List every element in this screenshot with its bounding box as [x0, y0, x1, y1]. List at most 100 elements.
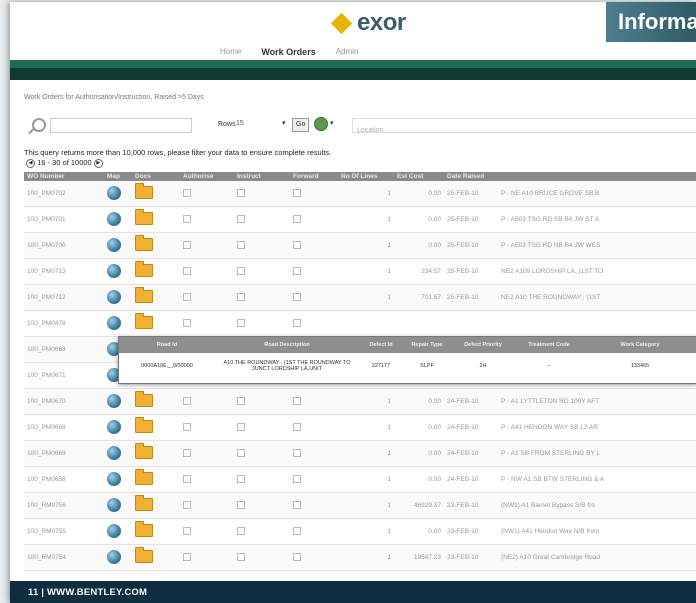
authorise-checkbox[interactable] [183, 448, 191, 457]
folder-icon[interactable] [135, 209, 153, 225]
col-date-raised[interactable]: Date Raised [444, 172, 498, 181]
forward-checkbox[interactable] [293, 266, 301, 275]
globe-icon[interactable] [107, 263, 121, 278]
globe-icon[interactable] [107, 549, 121, 564]
rows-select[interactable]: 15 [236, 120, 244, 127]
instruct-checkbox[interactable] [237, 526, 245, 535]
authorise-checkbox[interactable] [183, 474, 191, 483]
folder-icon[interactable] [135, 547, 153, 563]
authorise-checkbox[interactable] [183, 188, 191, 197]
folder-icon[interactable] [135, 443, 153, 459]
authorise-checkbox[interactable] [183, 552, 191, 561]
folder-icon[interactable] [135, 287, 153, 303]
wo-number-cell[interactable]: 100_PM0700 [24, 232, 104, 259]
tab-admin[interactable]: Admin [326, 45, 369, 59]
globe-icon[interactable] [107, 523, 121, 538]
folder-icon[interactable] [135, 183, 153, 199]
authorise-checkbox[interactable] [183, 396, 191, 405]
globe-icon[interactable] [107, 315, 121, 330]
wo-number-cell[interactable]: 100_PM0712 [24, 284, 104, 311]
table-row[interactable]: 100_PM0670 1 0.00 24-FEB-10 P - A1 LYTTLETON… [24, 388, 696, 415]
location-input[interactable]: Location [352, 118, 696, 134]
wo-number-cell[interactable]: 100_PM0669 [24, 440, 104, 467]
col-est-cost[interactable]: Est Cost [394, 172, 444, 181]
forward-checkbox[interactable] [293, 526, 301, 535]
col-no-of-lines[interactable]: No Of Lines [338, 172, 394, 181]
folder-icon[interactable] [135, 495, 153, 511]
search-input[interactable] [50, 118, 192, 133]
instruct-checkbox[interactable] [237, 214, 245, 223]
forward-checkbox[interactable] [293, 318, 301, 327]
instruct-checkbox[interactable] [237, 552, 245, 561]
search-icon[interactable] [32, 118, 46, 132]
forward-checkbox[interactable] [293, 448, 301, 457]
instruct-checkbox[interactable] [237, 292, 245, 301]
instruct-checkbox[interactable] [237, 188, 245, 197]
col-authorise[interactable]: Authorise [180, 172, 234, 181]
instruct-checkbox[interactable] [237, 500, 245, 509]
globe-icon[interactable] [107, 237, 121, 252]
forward-checkbox[interactable] [293, 240, 301, 249]
forward-checkbox[interactable] [293, 396, 301, 405]
instruct-checkbox[interactable] [237, 474, 245, 483]
globe-icon[interactable] [107, 185, 121, 200]
wo-number-cell[interactable]: 100_PM0701 [24, 206, 104, 233]
authorise-checkbox[interactable] [183, 422, 191, 431]
authorise-checkbox[interactable] [183, 214, 191, 223]
globe-icon[interactable] [107, 445, 121, 460]
wo-number-cell[interactable]: 100_PM0663 [24, 336, 104, 363]
col-instruct[interactable]: Instruct [234, 172, 290, 181]
folder-icon[interactable] [135, 313, 153, 329]
next-page-icon[interactable]: ▶ [93, 158, 103, 168]
authorise-checkbox[interactable] [183, 318, 191, 327]
col-map[interactable]: Map [104, 172, 132, 181]
table-row[interactable]: 100_RM0755 1 0.00 23-FEB-10 (NW1) A41 Hendon… [24, 518, 696, 545]
forward-checkbox[interactable] [293, 422, 301, 431]
authorise-checkbox[interactable] [183, 266, 191, 275]
instruct-checkbox[interactable] [237, 396, 245, 405]
wo-number-cell[interactable]: 100_PM0702 [24, 181, 104, 207]
folder-icon[interactable] [135, 261, 153, 277]
globe-icon[interactable] [107, 497, 121, 512]
wo-number-cell[interactable]: 100_PM0658 [24, 466, 104, 493]
table-row[interactable]: 100_PM0702 1 0.00 25-FEB-10 P - NE A10 BRUCE… [24, 181, 696, 207]
table-row[interactable]: 100_PM0658 1 0.00 24-FEB-10 P - NW A1 SB BTW… [24, 466, 696, 493]
authorise-checkbox[interactable] [183, 292, 191, 301]
gear-icon[interactable] [314, 117, 328, 131]
col-wo-number[interactable]: WO Number [24, 172, 104, 181]
wo-number-cell[interactable]: 100_RM0755 [24, 518, 104, 545]
table-row[interactable]: 100_RM0756 1 46929.37 23-FEB-10 (NW1) A1 Bar… [24, 492, 696, 519]
wo-number-cell[interactable]: 100_PM0713 [24, 258, 104, 285]
forward-checkbox[interactable] [293, 188, 301, 197]
instruct-checkbox[interactable] [237, 240, 245, 249]
forward-checkbox[interactable] [293, 214, 301, 223]
authorise-checkbox[interactable] [183, 240, 191, 249]
col-forward[interactable]: Forward [290, 172, 338, 181]
chevron-down-icon[interactable]: ▾ [330, 119, 334, 127]
globe-icon[interactable] [107, 471, 121, 486]
table-row[interactable]: 100_RM0754 1 19547.23 23-FEB-10 (NE2) A10 Gr… [24, 544, 696, 571]
table-row[interactable]: 100_PM0700 1 0.00 25-FEB-10 P - A503 TSG RD … [24, 232, 696, 259]
instruct-checkbox[interactable] [237, 422, 245, 431]
go-button[interactable]: Go [292, 118, 310, 132]
table-row[interactable]: 100_PM0701 1 0.00 25-FEB-10 P - A503 TSG RD … [24, 206, 696, 233]
prev-page-icon[interactable]: ◀ [26, 158, 35, 168]
instruct-checkbox[interactable] [237, 266, 245, 275]
wo-number-cell[interactable]: 100_PM0478 [24, 310, 104, 337]
folder-icon[interactable] [135, 469, 153, 485]
wo-number-cell[interactable]: 100_RM0754 [24, 544, 104, 571]
table-row[interactable]: 100_PM0669 1 0.00 24-FEB-10 P - A1 SB FROM S… [24, 440, 696, 467]
folder-icon[interactable] [135, 521, 153, 537]
wo-number-cell[interactable]: 100_RM0756 [24, 492, 104, 519]
table-row[interactable]: 100_PM0712 1 701.67 25-FEB-10 NE2 A10 THE RO… [24, 284, 696, 311]
wo-number-cell[interactable]: 100_PM0671 [24, 362, 104, 389]
globe-icon[interactable] [107, 393, 121, 408]
forward-checkbox[interactable] [293, 552, 301, 561]
tab-work-orders[interactable]: Work Orders [251, 45, 325, 59]
wo-number-cell[interactable]: 100_PM0668 [24, 414, 104, 441]
forward-checkbox[interactable] [293, 500, 301, 509]
col-docs[interactable]: Docs [132, 172, 180, 181]
wo-number-cell[interactable]: 100_PM0670 [24, 388, 104, 415]
table-row[interactable]: 100_PM0478 [24, 310, 696, 337]
folder-icon[interactable] [135, 417, 153, 433]
